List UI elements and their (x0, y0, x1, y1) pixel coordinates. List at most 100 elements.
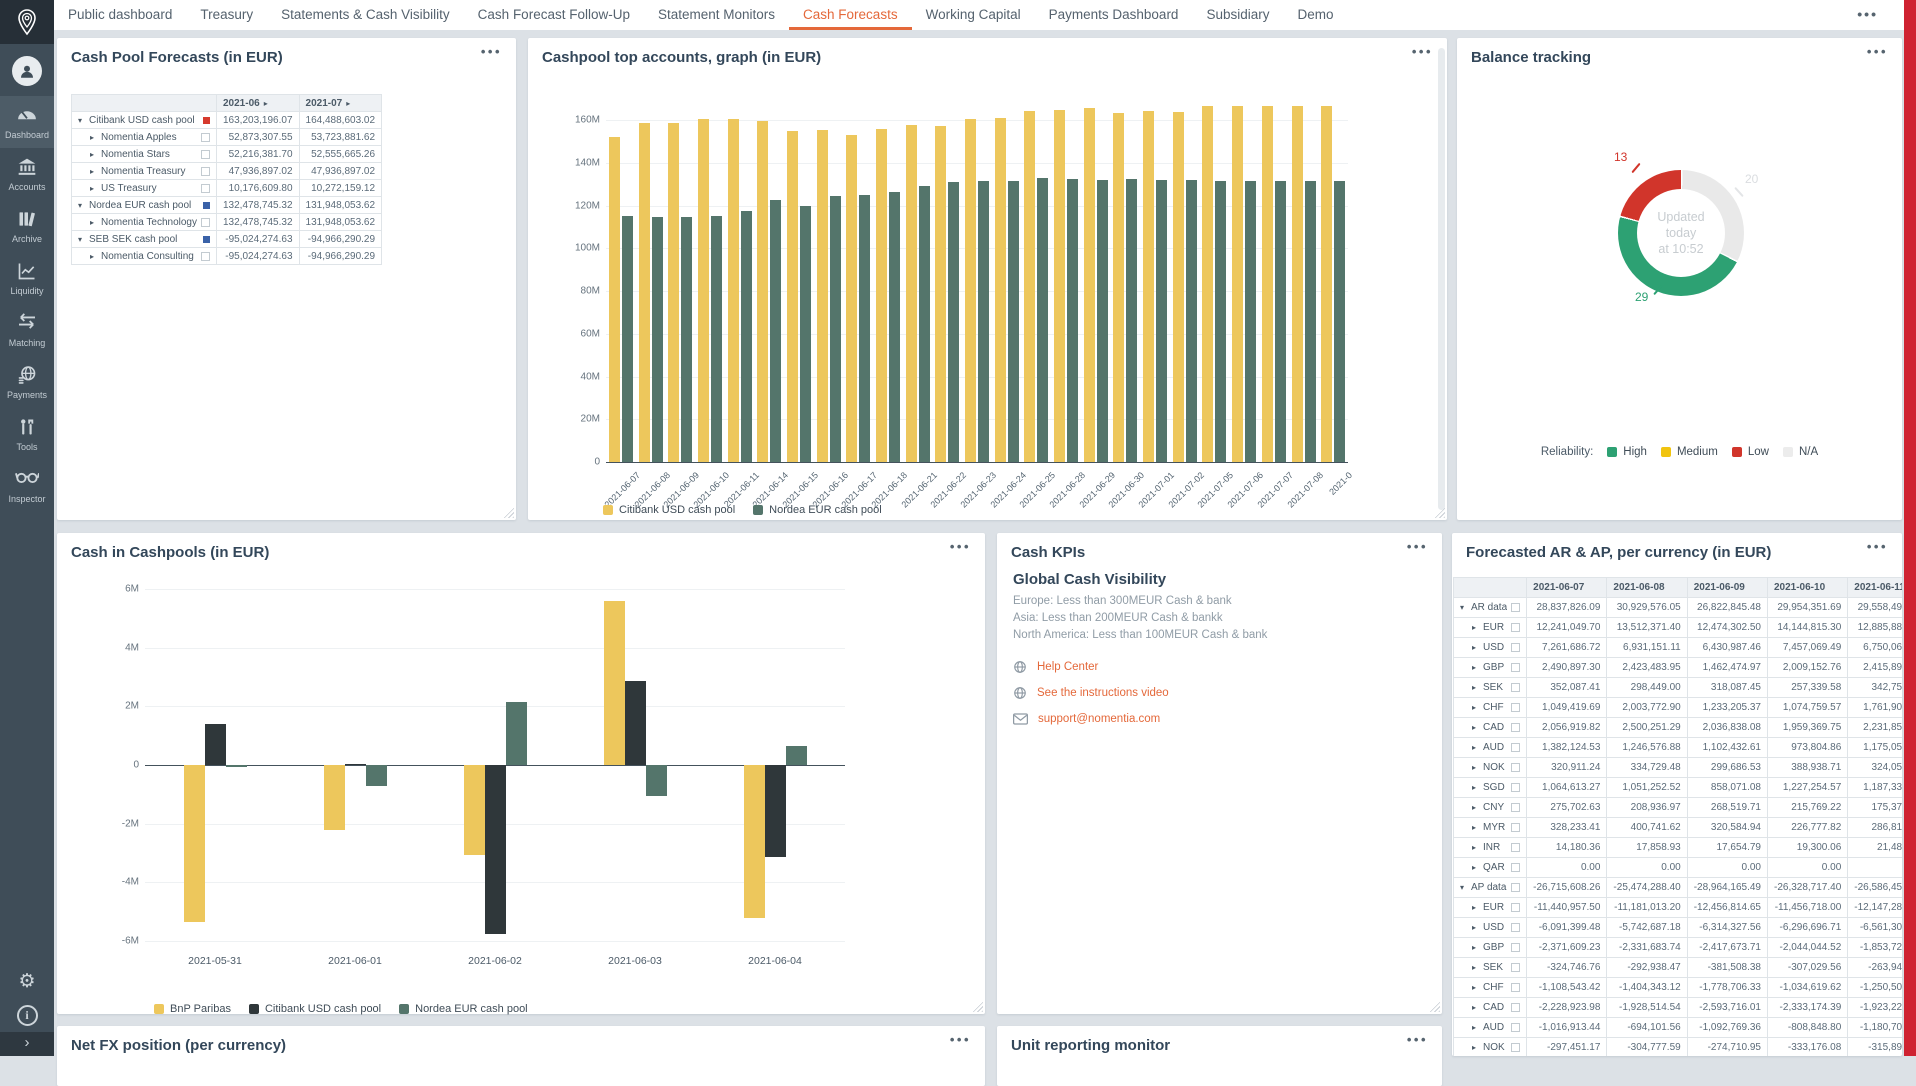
app-logo[interactable] (0, 0, 54, 44)
nav-tab-cash-forecast-follow-up[interactable]: Cash Forecast Follow-Up (464, 0, 644, 30)
row-label-cell[interactable]: ▾Nordea EUR cash pool (72, 197, 217, 214)
tree-caret-icon[interactable]: ▸ (1472, 723, 1483, 732)
bar-bnp-paribas[interactable] (744, 765, 765, 918)
bar-citibank-usd-cash-pool[interactable] (995, 118, 1006, 462)
tree-caret-icon[interactable]: ▸ (1472, 803, 1483, 812)
bar-nordea-eur-cash-pool[interactable] (681, 217, 692, 462)
tree-caret-icon[interactable]: ▾ (1460, 883, 1471, 892)
row-label-cell[interactable]: ▸AUD (1454, 738, 1527, 758)
row-label-cell[interactable]: ▸SEK (1454, 678, 1527, 698)
bar-citibank-usd-cash-pool[interactable] (205, 724, 226, 765)
bar-nordea-eur-cash-pool[interactable] (1037, 178, 1048, 462)
bar-citibank-usd-cash-pool[interactable] (1084, 108, 1095, 462)
tree-caret-icon[interactable]: ▾ (78, 235, 89, 244)
help-center-link[interactable]: Help Center (1013, 659, 1169, 675)
bar-nordea-eur-cash-pool[interactable] (770, 200, 781, 462)
bar-nordea-eur-cash-pool[interactable] (1067, 179, 1078, 462)
instructions-video-link[interactable]: See the instructions video (1013, 685, 1169, 701)
row-label-cell[interactable]: ▸Nomentia Apples (72, 129, 217, 146)
bar-nordea-eur-cash-pool[interactable] (1126, 179, 1137, 462)
bar-citibank-usd-cash-pool[interactable] (787, 131, 798, 462)
resize-grip[interactable] (501, 505, 514, 518)
row-checkbox[interactable] (1511, 1023, 1520, 1032)
panel-menu-ellipsis-icon[interactable]: ••• (1867, 539, 1888, 554)
panel-menu-ellipsis-icon[interactable]: ••• (950, 1032, 971, 1047)
panel-menu-ellipsis-icon[interactable]: ••• (1407, 1032, 1428, 1047)
row-checkbox[interactable] (1511, 823, 1520, 832)
nav-tab-cash-forecasts[interactable]: Cash Forecasts (789, 0, 912, 30)
row-label-cell[interactable]: ▸AUD (1454, 1018, 1527, 1038)
legend-item[interactable]: Citibank USD cash pool (603, 504, 735, 516)
panel-menu-ellipsis-icon[interactable]: ••• (1412, 44, 1433, 59)
bar-nordea-eur-cash-pool[interactable] (800, 206, 811, 462)
panel-menu-ellipsis-icon[interactable]: ••• (950, 539, 971, 554)
row-label-cell[interactable]: ▸SGD (1454, 778, 1527, 798)
row-checkbox[interactable] (201, 184, 210, 193)
row-label-cell[interactable]: ▸US Treasury (72, 180, 217, 197)
row-label-cell[interactable]: ▸SEK (1454, 958, 1527, 978)
bar-nordea-eur-cash-pool[interactable] (786, 746, 807, 765)
user-avatar[interactable] (12, 56, 42, 86)
bar-citibank-usd-cash-pool[interactable] (609, 137, 620, 462)
tree-caret-icon[interactable]: ▸ (1472, 1003, 1483, 1012)
row-label-cell[interactable]: ▸NOK (1454, 1038, 1527, 1057)
row-label-cell[interactable]: ▸NOK (1454, 758, 1527, 778)
legend-item[interactable]: N/A (1783, 446, 1818, 458)
tree-caret-icon[interactable]: ▸ (1472, 863, 1483, 872)
tree-caret-icon[interactable]: ▸ (1472, 763, 1483, 772)
row-checkbox[interactable] (1511, 903, 1520, 912)
bar-citibank-usd-cash-pool[interactable] (698, 119, 709, 462)
tree-caret-icon[interactable]: ▾ (78, 201, 89, 210)
legend-item[interactable]: Nordea EUR cash pool (753, 504, 882, 516)
bar-nordea-eur-cash-pool[interactable] (978, 181, 989, 462)
sidebar-item-tools[interactable]: Tools (0, 408, 54, 460)
sidebar-item-payments[interactable]: Payments (0, 356, 54, 408)
bar-citibank-usd-cash-pool[interactable] (846, 135, 857, 462)
legend-item[interactable]: Medium (1661, 446, 1718, 458)
tree-caret-icon[interactable]: ▸ (1472, 643, 1483, 652)
tree-caret-icon[interactable]: ▸ (1472, 963, 1483, 972)
bar-nordea-eur-cash-pool[interactable] (652, 217, 663, 462)
bar-citibank-usd-cash-pool[interactable] (1292, 106, 1303, 462)
tree-caret-icon[interactable]: ▸ (1472, 1023, 1483, 1032)
row-checkbox[interactable] (1511, 923, 1520, 932)
bar-nordea-eur-cash-pool[interactable] (366, 765, 387, 786)
bar-citibank-usd-cash-pool[interactable] (1054, 110, 1065, 463)
legend-item[interactable]: Nordea EUR cash pool (399, 1003, 528, 1015)
bar-citibank-usd-cash-pool[interactable] (1143, 111, 1154, 462)
bar-nordea-eur-cash-pool[interactable] (506, 702, 527, 765)
tree-caret-icon[interactable]: ▸ (1472, 903, 1483, 912)
tree-caret-icon[interactable]: ▸ (90, 218, 101, 227)
bar-nordea-eur-cash-pool[interactable] (226, 765, 247, 767)
bar-citibank-usd-cash-pool[interactable] (1202, 106, 1213, 462)
row-label-cell[interactable]: ▾Citibank USD cash pool (72, 112, 217, 129)
row-label-cell[interactable]: ▸EUR (1454, 618, 1527, 638)
row-checkbox[interactable] (1511, 603, 1520, 612)
bar-citibank-usd-cash-pool[interactable] (1113, 113, 1124, 462)
bar-citibank-usd-cash-pool[interactable] (817, 130, 828, 462)
sidebar-item-dashboard[interactable]: Dashboard (0, 96, 54, 148)
row-label-cell[interactable]: ▸CAD (1454, 998, 1527, 1018)
row-label-cell[interactable]: ▾AP data (1454, 878, 1527, 898)
bar-citibank-usd-cash-pool[interactable] (1262, 106, 1273, 462)
bar-citibank-usd-cash-pool[interactable] (485, 765, 506, 934)
row-checkbox[interactable] (1511, 743, 1520, 752)
bar-nordea-eur-cash-pool[interactable] (1186, 180, 1197, 462)
sidebar-expand-chevron-icon[interactable]: › (0, 1032, 54, 1056)
sidebar-item-accounts[interactable]: Accounts (0, 148, 54, 200)
bar-nordea-eur-cash-pool[interactable] (1215, 181, 1226, 462)
bar-nordea-eur-cash-pool[interactable] (646, 765, 667, 796)
bar-citibank-usd-cash-pool[interactable] (765, 765, 786, 857)
legend-item[interactable]: Citibank USD cash pool (249, 1003, 381, 1015)
column-header[interactable]: 2021-06-10 (1767, 578, 1847, 598)
column-header[interactable]: 2021-06▸ (217, 95, 300, 112)
row-checkbox[interactable] (1511, 783, 1520, 792)
row-label-cell[interactable]: ▸QAR (1454, 858, 1527, 878)
row-checkbox[interactable] (1511, 623, 1520, 632)
bar-citibank-usd-cash-pool[interactable] (876, 129, 887, 462)
row-label-cell[interactable]: ▸Nomentia Consulting (72, 248, 217, 265)
row-label-cell[interactable]: ▸GBP (1454, 658, 1527, 678)
tree-caret-icon[interactable]: ▾ (1460, 603, 1471, 612)
bar-nordea-eur-cash-pool[interactable] (830, 196, 841, 462)
bar-nordea-eur-cash-pool[interactable] (741, 211, 752, 462)
